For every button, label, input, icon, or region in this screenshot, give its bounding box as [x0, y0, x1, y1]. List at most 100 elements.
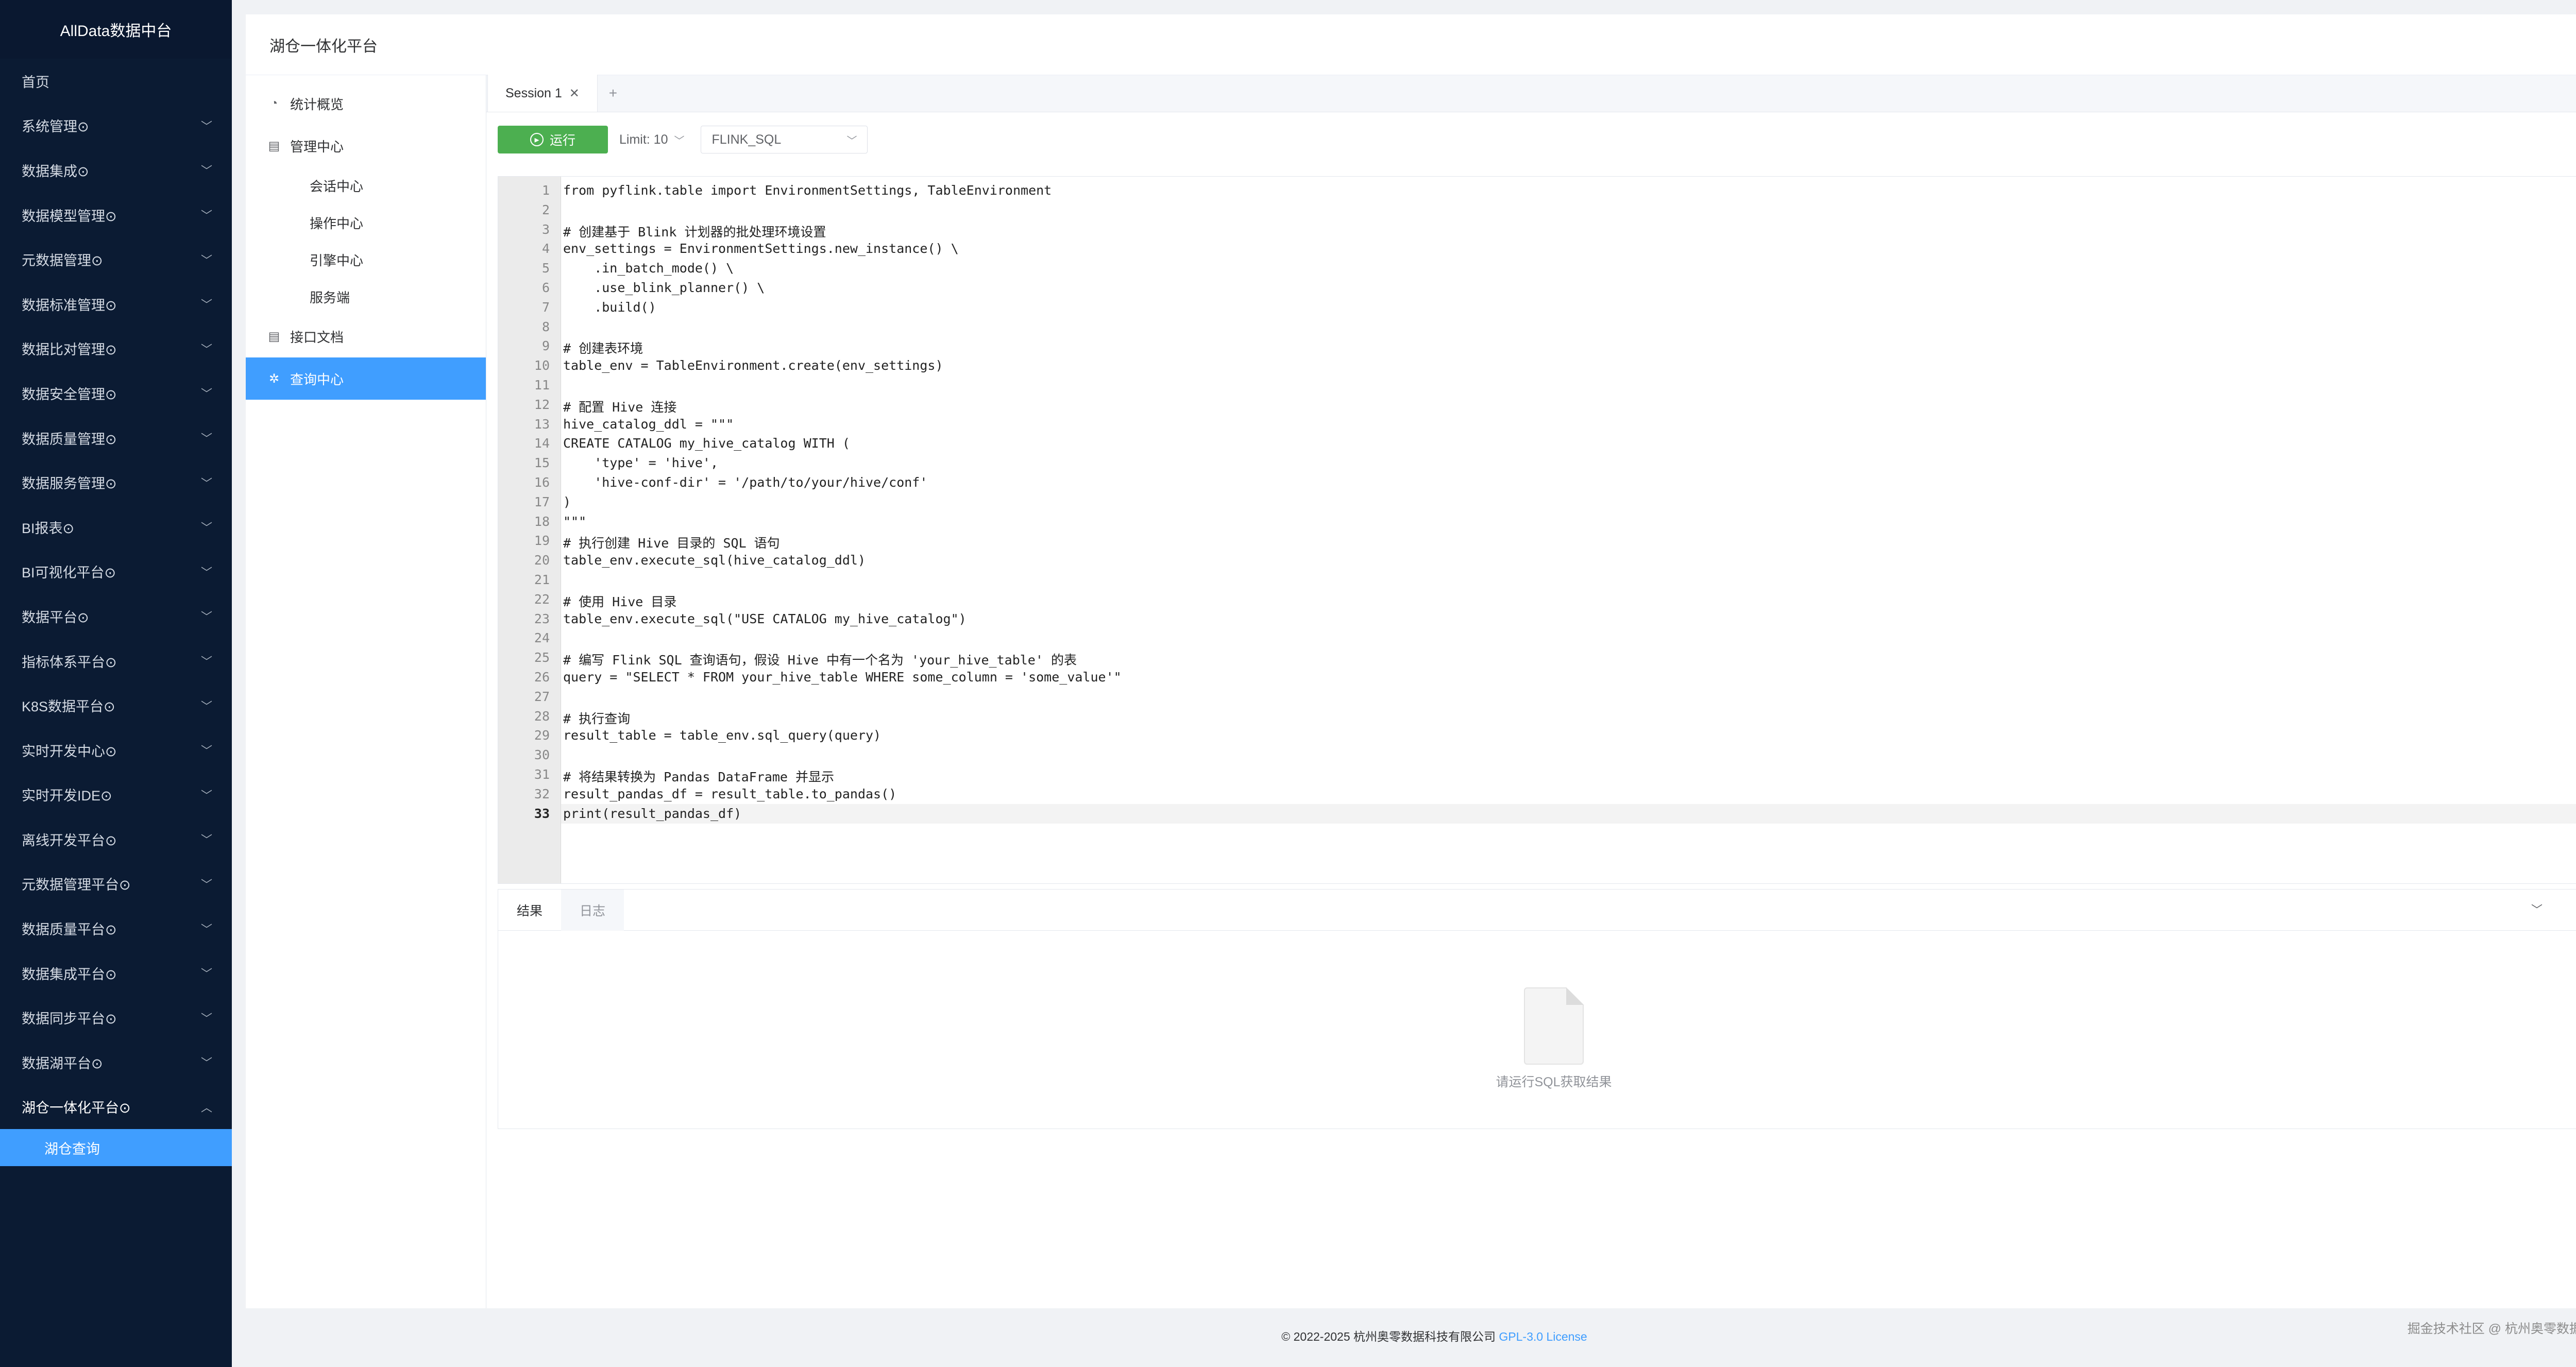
sidebar-item-6[interactable]: 数据比对管理⊙ ﹀: [0, 327, 232, 371]
sidebar-item-13[interactable]: 指标体系平台⊙ ﹀: [0, 639, 232, 684]
chevron-down-icon: ﹀: [200, 878, 212, 891]
subnav-stats[interactable]: ◔ 统计概览: [246, 82, 486, 125]
subnav-session-center[interactable]: 会话中心: [246, 167, 486, 204]
code-line: .use_blink_planner() \: [563, 280, 765, 295]
line-number: 2: [541, 202, 550, 217]
code-line: query = "SELECT * FROM your_hive_table W…: [563, 670, 1122, 685]
sidebar-item-14[interactable]: K8S数据平台⊙ ﹀: [0, 683, 232, 728]
code-line: .in_batch_mode() \: [563, 261, 734, 276]
sidebar-item-4[interactable]: 元数据管理⊙ ﹀: [0, 237, 232, 282]
line-number: 19: [534, 533, 550, 549]
chevron-down-icon: ﹀: [200, 209, 212, 223]
chevron-down-icon: ﹀: [200, 476, 212, 490]
session-tabbar: Session 1 ✕ +: [486, 75, 2576, 112]
sidebar-item-3[interactable]: 数据模型管理⊙ ﹀: [0, 193, 232, 237]
chevron-down-icon: ﹀: [200, 1056, 212, 1070]
tab-result[interactable]: 结果: [498, 890, 561, 931]
sidebar-item-17[interactable]: 离线开发平台⊙ ﹀: [0, 817, 232, 862]
license-link[interactable]: GPL-3.0 License: [1499, 1330, 1587, 1343]
chevron-down-icon: ﹀: [200, 744, 212, 758]
sidebar-item-9[interactable]: 数据服务管理⊙ ﹀: [0, 460, 232, 505]
code-line: result_table = table_env.sql_query(query…: [563, 728, 882, 743]
sidebar-item-2[interactable]: 数据集成⊙ ﹀: [0, 148, 232, 193]
sidebar-item-label: 指标体系平台⊙: [22, 654, 117, 670]
chevron-down-icon: ﹀: [200, 699, 212, 713]
sidebar-item-8[interactable]: 数据质量管理⊙ ﹀: [0, 416, 232, 460]
subnav-label: 统计概览: [290, 96, 344, 112]
sidebar-item-15[interactable]: 实时开发中心⊙ ﹀: [0, 728, 232, 773]
sidebar-item-lakehouse[interactable]: 湖仓一体化平台⊙ ︿: [0, 1085, 232, 1130]
copyright-text: © 2022-2025 杭州奥零数据科技有限公司: [1281, 1330, 1499, 1343]
sidebar-item-7[interactable]: 数据安全管理⊙ ﹀: [0, 371, 232, 416]
line-number: 22: [534, 591, 550, 607]
code-line: # 编写 Flink SQL 查询语句，假设 Hive 中有一个名为 'your…: [563, 653, 1077, 668]
sidebar-item-18[interactable]: 元数据管理平台⊙ ﹀: [0, 862, 232, 907]
limit-select[interactable]: Limit: 10 ﹀: [619, 126, 684, 153]
sidebar-item-16[interactable]: 实时开发IDE⊙ ﹀: [0, 773, 232, 817]
subnav-server[interactable]: 服务端: [246, 278, 486, 315]
brand-logo: AllData数据中台: [0, 0, 232, 59]
subnav-engine-center[interactable]: 引擎中心: [246, 241, 486, 278]
subnav-operation-center[interactable]: 操作中心: [246, 204, 486, 241]
line-number: 3: [541, 221, 550, 237]
sidebar-item-label: 数据同步平台⊙: [22, 1011, 117, 1027]
sidebar-item-12[interactable]: 数据平台⊙ ﹀: [0, 594, 232, 639]
sidebar-subitem-lakehouse-query[interactable]: 湖仓查询: [0, 1129, 232, 1167]
chevron-down-icon: ﹀: [200, 298, 212, 312]
line-number: 11: [534, 378, 550, 392]
chevron-down-icon: ﹀: [200, 789, 212, 802]
code-editor[interactable]: 1 2 3 4 5 6 7 8 9 10 11 12 13 14 15 16 17 18 19 20 21 22 23 24 2…: [498, 176, 2576, 884]
sidebar-item-11[interactable]: BI可视化平台⊙ ﹀: [0, 550, 232, 594]
sidebar-item-1[interactable]: 系统管理⊙ ﹀: [0, 104, 232, 148]
footer: © 2022-2025 杭州奥零数据科技有限公司 GPL-3.0 License: [246, 1327, 2576, 1344]
run-label: 运行: [549, 133, 575, 148]
empty-file-icon: [1524, 987, 1584, 1065]
subnav-query-center[interactable]: ✲ 查询中心: [246, 357, 486, 400]
collapse-down-icon[interactable]: ﹀: [2531, 901, 2543, 917]
line-number: 32: [534, 786, 550, 801]
sub-navigation: ◔ 统计概览 ▤ 管理中心 会话中心 操作中心 引擎中心 服务端 ▤ 接口文档 …: [246, 75, 486, 1308]
sidebar-item-label: 数据平台⊙: [22, 609, 89, 625]
line-number: 26: [534, 670, 550, 685]
line-number: 15: [534, 455, 550, 471]
plus-icon: +: [608, 85, 618, 101]
close-icon[interactable]: ✕: [569, 86, 580, 101]
tab-session-1[interactable]: Session 1 ✕: [487, 75, 598, 112]
code-line: 'type' = 'hive',: [563, 455, 719, 471]
code-line: # 创建基于 Blink 计划器的批处理环境设置: [563, 224, 826, 240]
query-toolbar: ▸ 运行 Limit: 10 ﹀ FLINK_SQL ﹀: [486, 112, 2576, 167]
line-number: 4: [541, 241, 550, 257]
sidebar-item-0[interactable]: 首页: [0, 59, 232, 104]
code-line: # 创建表环境: [563, 341, 643, 356]
dashboard-icon: ◔: [270, 96, 278, 110]
sidebar-item-21[interactable]: 数据同步平台⊙ ﹀: [0, 995, 232, 1040]
line-number: 23: [534, 611, 550, 626]
line-number: 30: [534, 747, 550, 763]
line-number: 24: [534, 630, 550, 646]
chevron-down-icon: ﹀: [846, 135, 857, 147]
tab-log[interactable]: 日志: [561, 889, 624, 931]
code-line: """: [563, 514, 587, 529]
code-line: ): [563, 494, 571, 509]
code-line: table_env.execute_sql(hive_catalog_ddl): [563, 553, 866, 568]
sidebar-item-5[interactable]: 数据标准管理⊙ ﹀: [0, 282, 232, 327]
chevron-down-icon: ﹀: [200, 432, 212, 446]
sidebar-item-19[interactable]: 数据质量平台⊙ ﹀: [0, 906, 232, 951]
sidebar-item-20[interactable]: 数据集成平台⊙ ﹀: [0, 951, 232, 996]
code-line: # 执行查询: [563, 711, 631, 726]
sidebar-item-label: 元数据管理⊙: [22, 253, 103, 269]
line-number: 9: [541, 338, 550, 354]
subnav-manage[interactable]: ▤ 管理中心: [246, 125, 486, 167]
subnav-api-docs[interactable]: ▤ 接口文档: [246, 315, 486, 357]
sidebar-item-22[interactable]: 数据湖平台⊙ ﹀: [0, 1040, 232, 1085]
sidebar-item-label: 首页: [22, 74, 49, 90]
sidebar-item-10[interactable]: BI报表⊙ ﹀: [0, 505, 232, 550]
engine-select[interactable]: FLINK_SQL ﹀: [701, 126, 868, 153]
add-tab-button[interactable]: +: [598, 75, 629, 112]
run-button[interactable]: ▸ 运行: [498, 126, 608, 153]
line-number: 10: [534, 358, 550, 373]
code-line: # 执行创建 Hive 目录的 SQL 语句: [563, 536, 780, 551]
sidebar-item-label: 数据比对管理⊙: [22, 342, 117, 358]
line-number: 13: [534, 416, 550, 432]
code-line: # 将结果转换为 Pandas DataFrame 并显示: [563, 770, 835, 784]
